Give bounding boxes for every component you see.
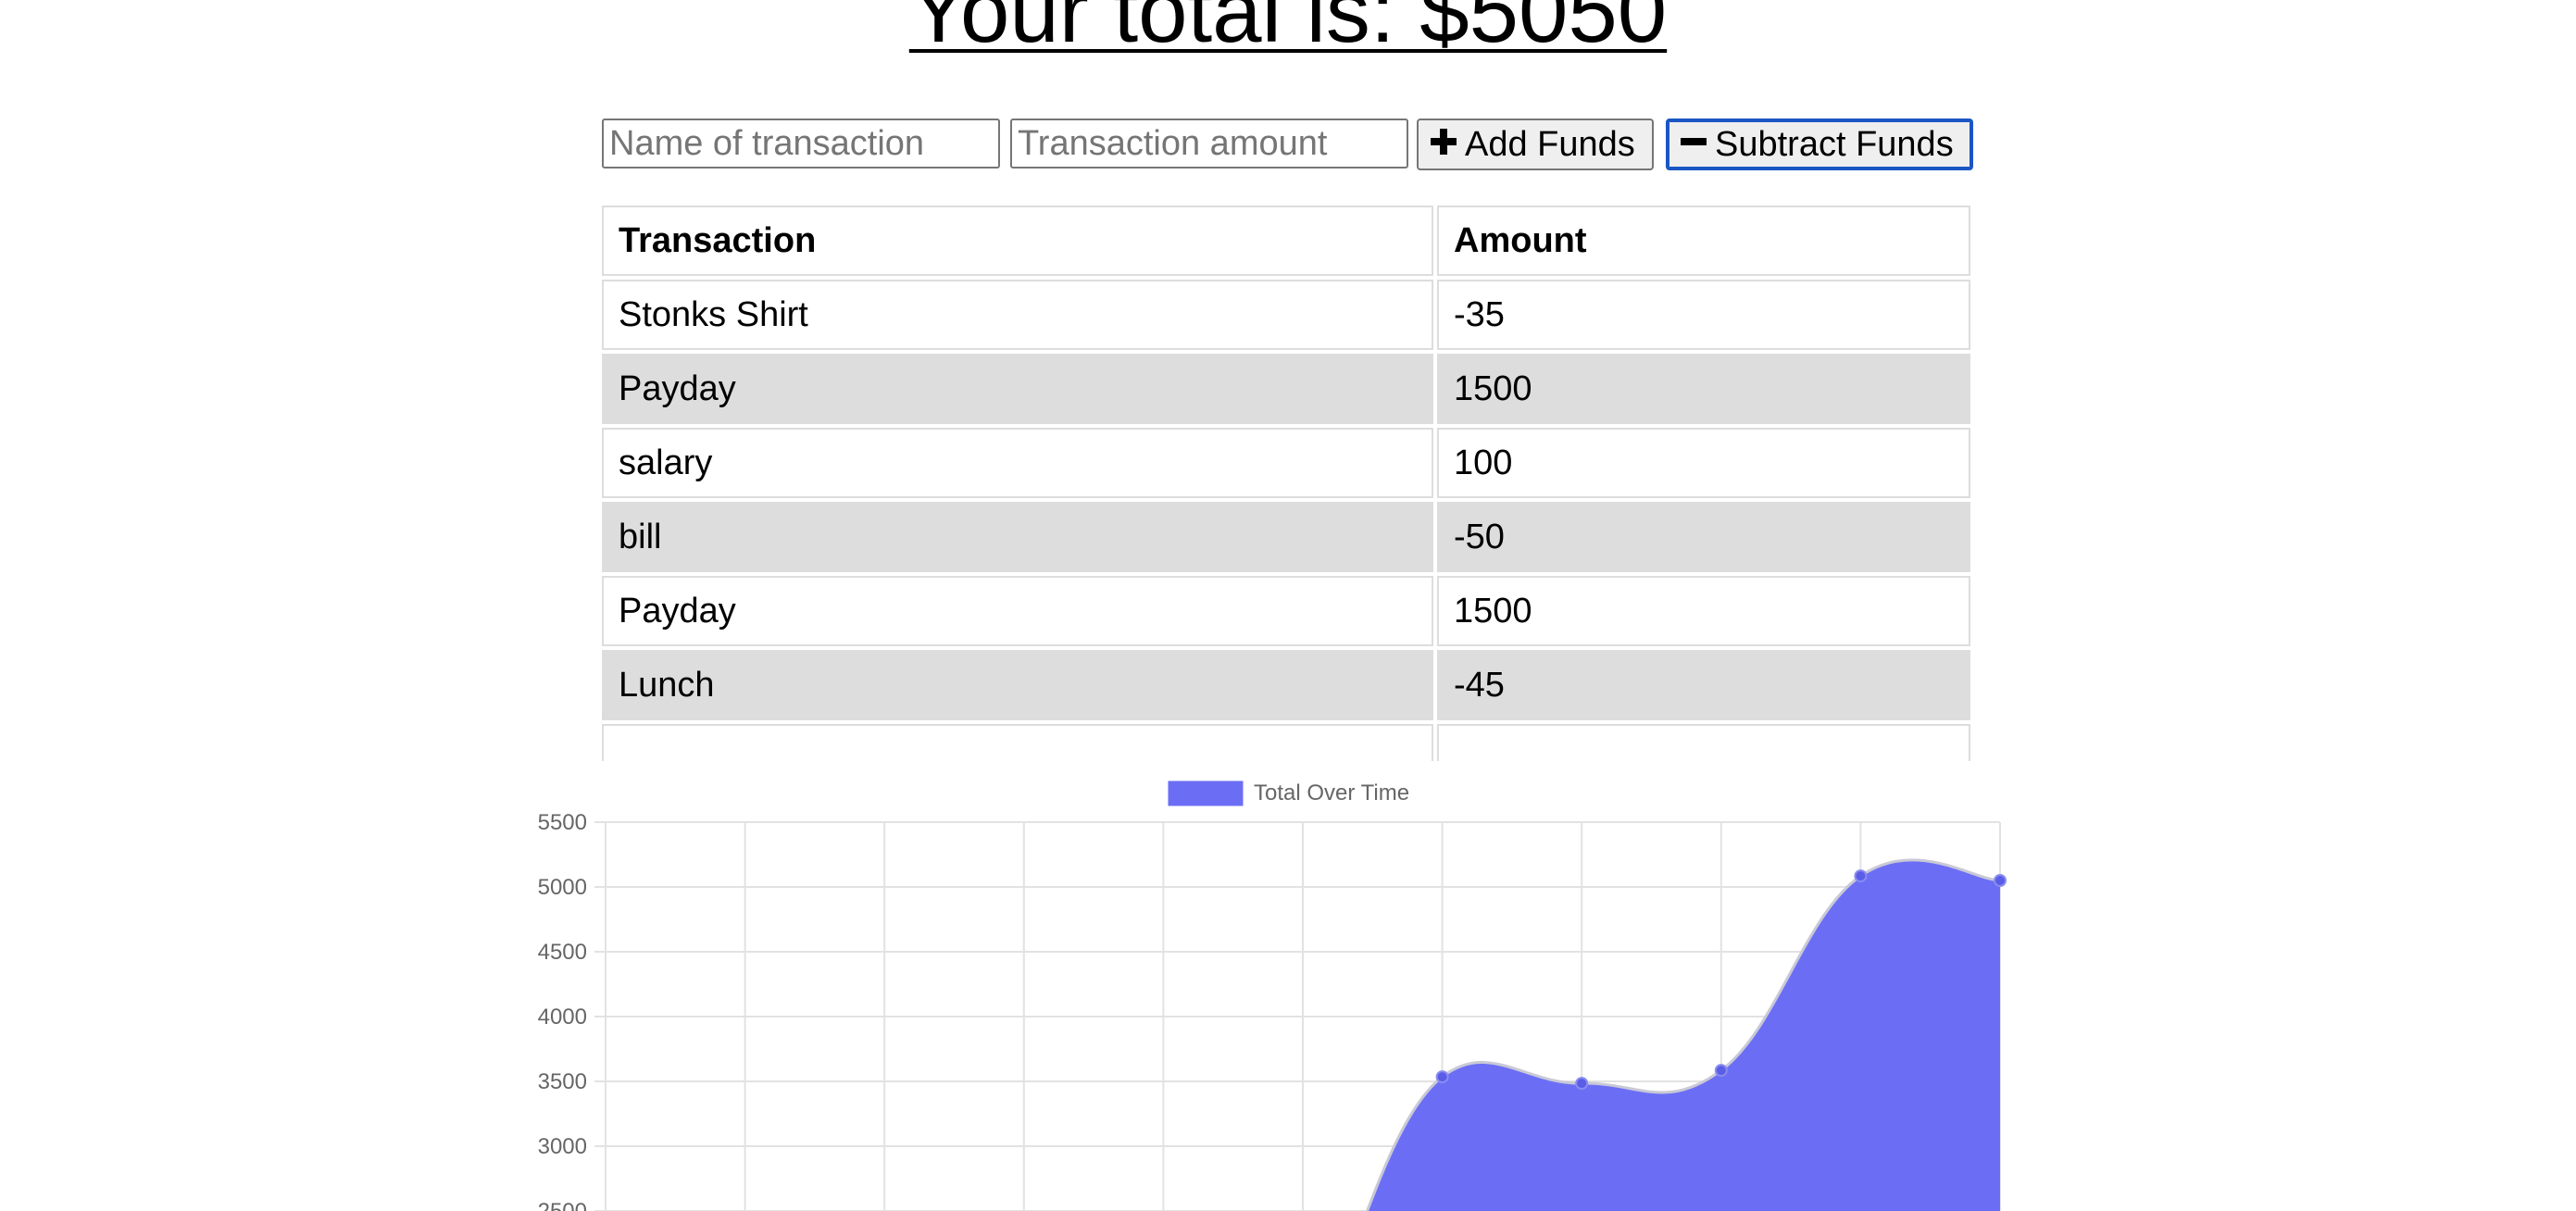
- y-tick-label: 3500: [538, 1069, 587, 1094]
- transaction-amount-input[interactable]: [1010, 119, 1408, 169]
- y-tick-label: 5500: [538, 810, 587, 835]
- transaction-name-cell: [602, 724, 1433, 761]
- transaction-amount-cell: -35: [1437, 280, 1970, 350]
- table-header-row: Transaction Amount: [602, 206, 1970, 276]
- transactions-table-container[interactable]: Transaction Amount Stonks Shirt -35 Payd…: [602, 206, 1972, 761]
- legend-swatch[interactable]: [1168, 780, 1244, 806]
- transaction-name-cell: salary: [602, 428, 1433, 498]
- legend-label[interactable]: Total Over Time: [1254, 780, 1409, 805]
- add-funds-button[interactable]: Add Funds: [1417, 119, 1654, 170]
- transaction-name-cell: Lunch: [602, 650, 1433, 720]
- total-header: Your total is: $5050: [908, 0, 1668, 61]
- data-point[interactable]: [1435, 1070, 1449, 1084]
- column-header-amount: Amount: [1437, 206, 1970, 276]
- subtract-funds-label: Subtract Funds: [1715, 124, 1954, 164]
- data-point[interactable]: [1854, 869, 1868, 883]
- transactions-table: Transaction Amount Stonks Shirt -35 Payd…: [602, 206, 1972, 761]
- column-header-transaction: Transaction: [602, 206, 1433, 276]
- y-tick-label: 5000: [538, 875, 587, 900]
- transaction-amount-cell: 100: [1437, 428, 1970, 498]
- y-tick-label: 4000: [538, 1005, 587, 1030]
- minus-icon: [1680, 125, 1707, 165]
- transaction-name-input[interactable]: [602, 119, 1000, 169]
- transaction-amount-cell: [1437, 724, 1970, 761]
- transaction-amount-cell: 1500: [1437, 354, 1970, 424]
- transaction-name-cell: Stonks Shirt: [602, 280, 1433, 350]
- add-funds-label: Add Funds: [1465, 124, 1635, 164]
- total-over-time-chart: 5500 5000 4500 4000 3500 3000 2500 Total Over …: [538, 780, 2007, 1211]
- transaction-amount-cell: -45: [1437, 650, 1970, 720]
- plus-icon: [1430, 125, 1457, 165]
- page: Your total is: $5050 Add Funds Subtract …: [0, 0, 2576, 1211]
- transaction-amount-cell: -50: [1437, 502, 1970, 572]
- table-row: Payday 1500: [602, 354, 1970, 424]
- table-row: Stonks Shirt -35: [602, 280, 1970, 350]
- table-row: bill -50: [602, 502, 1970, 572]
- transaction-name-cell: Payday: [602, 354, 1433, 424]
- data-point[interactable]: [1575, 1077, 1589, 1091]
- table-row: Lunch -45: [602, 650, 1970, 720]
- transaction-amount-cell: 1500: [1437, 576, 1970, 646]
- table-row: Payday 1500: [602, 576, 1970, 646]
- transaction-name-cell: bill: [602, 502, 1433, 572]
- subtract-funds-button[interactable]: Subtract Funds: [1666, 119, 1973, 170]
- y-tick-label: 4500: [538, 940, 587, 965]
- data-point[interactable]: [1714, 1064, 1728, 1078]
- y-tick-label: 2500: [538, 1199, 587, 1211]
- data-point[interactable]: [1994, 874, 2007, 887]
- transaction-name-cell: Payday: [602, 576, 1433, 646]
- y-tick-label: 3000: [538, 1134, 587, 1159]
- table-row: salary 100: [602, 428, 1970, 498]
- table-row: [602, 724, 1970, 761]
